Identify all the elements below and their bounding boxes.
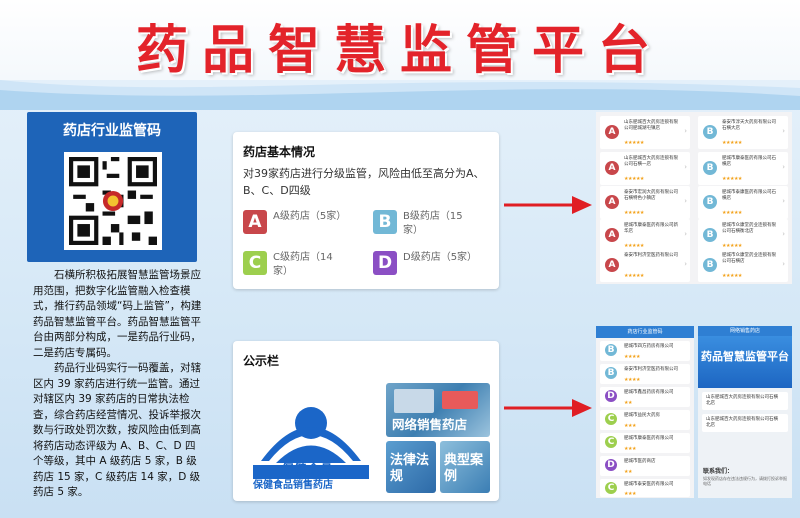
contact-text: 如发现药店存在违法违规行为，请拨打投诉举报电话 <box>703 476 787 486</box>
tile-health-food-label: 保健食品销售药店 <box>253 480 333 491</box>
list-item[interactable]: D 肥城市医药商店 ★★ <box>600 456 690 476</box>
tile-typical-cases[interactable]: 典型案例 <box>440 441 490 493</box>
list-item[interactable]: 山东肥城百大药房连锁有限公司石横北店 <box>702 392 788 410</box>
grade-b[interactable]: B B级药店（15家） <box>373 210 473 238</box>
intro-text: 石横所积极拓展智慧监管场景应用范围，把数字化监管融入检查模式，推行药品领域“码上… <box>33 268 203 501</box>
qr-card-title: 药店行业监管码 <box>63 123 161 139</box>
intro-paragraph-2: 药品行业码实行一码覆盖，对辖区内 39 家药店进行统一监管。通过对辖区内 39 … <box>33 362 201 498</box>
grade-d-label: D级药店（5家） <box>403 252 478 263</box>
health-food-logo-text: 保健食品 <box>281 463 334 478</box>
list-item[interactable]: A 山东肥城百大药房连锁有限公司肥城湖屯镇店 ★★★★★ › <box>600 116 690 149</box>
qr-card: 药店行业监管码 <box>27 112 197 262</box>
list-item[interactable]: A 山东肥城百大药房连锁有限公司石横一店 ★★★★★ › <box>600 152 690 185</box>
list-item[interactable]: B 肥城市康泰医药有限公司石横店 ★★★★★ › <box>698 152 788 185</box>
intro-paragraph-1: 石横所积极拓展智慧监管场景应用范围，把数字化监管融入检查模式，推行药品领域“码上… <box>33 269 202 359</box>
grade-c-label: C级药店（14家） <box>273 252 333 277</box>
list-item[interactable]: D 肥城市鑫昌药房有限公司 ★★ <box>600 387 690 407</box>
phone2-header: 药店行业监管码 <box>596 326 694 338</box>
page-title: 药品智慧监管平台 <box>135 21 664 81</box>
tile-online-pharmacy-label: 网络销售药店 <box>392 417 468 432</box>
grade-list-screenshot: 药店行业监管码 B 肥城市四方药房有限公司 ★★★★ B 泰安市利济堂医药有限公司 ★★… <box>596 326 694 498</box>
pharmacy-list-grade-b: B 泰安市淳天大药房有限公司石横大店 ★★★★★ › B 肥城市康泰医药有限公司石横店 ★… <box>694 112 792 284</box>
list-item[interactable]: B 肥城市泰康医药有限公司石横店 ★★★★★ › <box>698 186 788 219</box>
grade-b-label: B级药店（15家） <box>403 211 463 236</box>
grade-c-badge: C <box>243 251 267 275</box>
tile-cases-label: 典型案例 <box>444 453 484 484</box>
tile-laws-label: 法律法规 <box>390 453 430 484</box>
grade-a-label: A级药店（5家） <box>273 211 347 222</box>
tile-online-pharmacy[interactable]: 网络销售药店 <box>386 383 490 437</box>
list-item[interactable]: 山东肥城百大药房连锁有限公司石横北店 <box>702 414 788 432</box>
arrow-right-icon <box>504 196 592 214</box>
list-item[interactable]: C 肥城市泰安医药有限公司 ★★★ <box>600 479 690 497</box>
contact-title: 联系我们： <box>703 468 734 475</box>
list-item[interactable]: A 肥城市康泰医药有限公司新华店 ★★★★★ › <box>600 219 690 252</box>
notice-board-card: 公示栏 保健食品 保健食品销售药店 网络销售药店 法律法规 典型案例 <box>233 341 499 501</box>
grade-d[interactable]: D D级药店（5家） <box>373 251 478 275</box>
grade-b-badge: B <box>373 210 397 234</box>
list-item[interactable]: B 肥城市众康堂药业连锁有限公司石横店 ★★★★★ › <box>698 249 788 282</box>
grade-d-badge: D <box>373 251 397 275</box>
basic-info-desc: 对39家药店进行分级监管，风险由低至高分为A、B、C、D四级 <box>243 167 485 197</box>
online-pharmacy-screenshot: 网络销售药店 药品智慧监管平台 山东肥城百大药房连锁有限公司石横北店 山东肥城百… <box>698 326 792 498</box>
pharmacy-list-grade-a: A 山东肥城百大药房连锁有限公司肥城湖屯镇店 ★★★★★ › A 山东肥城百大药房连锁有… <box>596 112 694 284</box>
arrow-right-icon <box>504 399 592 417</box>
grade-a-badge: A <box>243 210 267 234</box>
list-item[interactable]: B 泰安市利济堂医药有限公司 ★★★★ <box>600 364 690 384</box>
phone3-header: 网络销售药店 <box>698 326 792 336</box>
list-item[interactable]: B 泰安市淳天大药房有限公司石横大店 ★★★★★ › <box>698 116 788 149</box>
list-item[interactable]: A 泰安市利济堂医药有限公司 ★★★★★ › <box>600 249 690 282</box>
list-item[interactable]: C 肥城市益民大药房 ★★★ <box>600 410 690 430</box>
tile-health-food-pharmacy[interactable]: 保健食品 保健食品销售药店 <box>241 383 381 493</box>
pharmacy-list-screenshot: A 山东肥城百大药房连锁有限公司肥城湖屯镇店 ★★★★★ › A 山东肥城百大药房连锁有… <box>596 112 792 284</box>
basic-info-card: 药店基本情况 对39家药店进行分级监管，风险由低至高分为A、B、C、D四级 A … <box>233 132 499 289</box>
qr-code-pattern <box>69 157 157 245</box>
list-item[interactable]: A 泰安市宏润大药房有限公司石横特色小镇店 ★★★★★ › <box>600 186 690 219</box>
qr-code[interactable] <box>64 152 162 250</box>
tile-laws-regulations[interactable]: 法律法规 <box>386 441 436 493</box>
grade-c[interactable]: C C级药店（14家） <box>243 251 343 279</box>
notice-board-title: 公示栏 <box>243 354 280 368</box>
list-item[interactable]: B 肥城市众康堂药业连锁有限公司石横衡北店 ★★★★★ › <box>698 219 788 252</box>
grade-a[interactable]: A A级药店（5家） <box>243 210 347 234</box>
phone3-banner: 药品智慧监管平台 <box>698 336 792 388</box>
list-item[interactable]: C 肥城市康泰医药有限公司 ★★★ <box>600 433 690 453</box>
basic-info-title: 药店基本情况 <box>243 145 316 159</box>
list-item[interactable]: B 肥城市四方药房有限公司 ★★★★ <box>600 341 690 361</box>
